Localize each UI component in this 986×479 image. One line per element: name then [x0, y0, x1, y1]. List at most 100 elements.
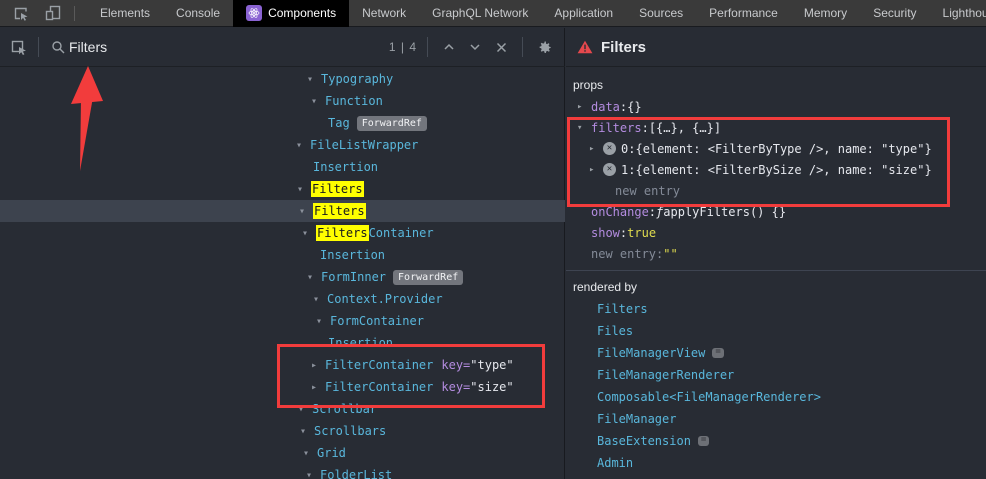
- rendered-by-item[interactable]: FileManagerRenderer: [566, 364, 986, 386]
- expand-down-icon[interactable]: ▾: [577, 123, 591, 133]
- component-name: FormInner: [321, 270, 386, 284]
- tree-row-grid[interactable]: ▾Grid: [0, 442, 565, 464]
- component-name: FormContainer: [330, 314, 424, 328]
- chevron-right-icon[interactable]: ▸: [311, 382, 325, 393]
- tree-row-formcontainer[interactable]: ▾FormContainer: [0, 310, 565, 332]
- tree-row-filtercontainer[interactable]: ▸FilterContainerkey="type": [0, 354, 565, 376]
- component-name: FiltersContainer: [316, 226, 434, 240]
- tree-row-folderlist[interactable]: ▾FolderList: [0, 464, 565, 479]
- prop-text: applyFilters() {}: [663, 205, 786, 219]
- chevron-right-icon[interactable]: ▸: [311, 360, 325, 371]
- prop-row[interactable]: ▸data: {}: [566, 96, 986, 117]
- expand-right-icon[interactable]: ▸: [589, 144, 603, 154]
- chevron-down-icon[interactable]: ▾: [313, 294, 327, 305]
- delete-entry-icon[interactable]: ✕: [603, 163, 616, 176]
- tab-network[interactable]: Network: [349, 0, 419, 27]
- owner-component-name: Filters: [597, 302, 648, 316]
- chevron-down-icon[interactable]: ▾: [307, 74, 321, 85]
- tree-row-filelistwrapper[interactable]: ▾FileListWrapper: [0, 134, 565, 156]
- tree-row-insertion[interactable]: Insertion: [0, 332, 565, 354]
- toolbar-divider: [427, 37, 428, 57]
- expand-right-icon[interactable]: ▸: [589, 165, 603, 175]
- search-result-count: 1 | 4: [389, 40, 417, 54]
- tree-row-tag[interactable]: TagForwardRef: [0, 112, 565, 134]
- prop-text: [{…}, {…}]: [649, 121, 721, 135]
- component-inspector-panel: Filters props ▸data: {}▾filters: [{…}, {…: [566, 28, 986, 479]
- tree-row-filters[interactable]: ▾Filters: [0, 200, 565, 222]
- tree-row-filtercontainer[interactable]: ▸FilterContainerkey="size": [0, 376, 565, 398]
- prop-row[interactable]: new entry: [566, 180, 986, 201]
- component-name: Filters: [311, 182, 364, 196]
- chevron-down-icon[interactable]: ▾: [300, 426, 314, 437]
- chevron-down-icon[interactable]: ▾: [303, 448, 317, 459]
- tree-row-scrollbar[interactable]: ▾Scrollbar: [0, 398, 565, 420]
- component-name: FilterContainer: [325, 358, 433, 372]
- tree-row-context.provider[interactable]: ▾Context.Provider: [0, 288, 565, 310]
- prop-row[interactable]: ▸✕1: {element: <FilterBySize />, name: "…: [566, 159, 986, 180]
- prop-row[interactable]: onChange: ƒ applyFilters() {}: [566, 201, 986, 222]
- rendered-by-item[interactable]: Admin: [566, 452, 986, 474]
- prop-text: filters: [591, 121, 642, 135]
- tab-components[interactable]: Components: [233, 0, 349, 27]
- tree-row-scrollbars[interactable]: ▾Scrollbars: [0, 420, 565, 442]
- tree-row-forminner[interactable]: ▾FormInnerForwardRef: [0, 266, 565, 288]
- tab-label: Console: [176, 6, 220, 20]
- chevron-down-icon[interactable]: ▾: [297, 184, 311, 195]
- devtools-window: Elements Console ComponentsNetwork GraphQL …: [0, 0, 986, 479]
- device-toolbar-icon[interactable]: [42, 2, 64, 24]
- settings-gear-icon[interactable]: [533, 36, 555, 58]
- tab-memory[interactable]: Memory: [791, 0, 860, 27]
- rendered-by-item[interactable]: FileManager: [566, 408, 986, 430]
- clear-search-button[interactable]: [490, 36, 512, 58]
- tree-row-filters[interactable]: ▾Filters: [0, 178, 565, 200]
- tab-sources[interactable]: Sources: [626, 0, 696, 27]
- prop-row[interactable]: ▸✕0: {element: <FilterByType />, name: "…: [566, 138, 986, 159]
- chevron-down-icon[interactable]: ▾: [306, 470, 320, 479]
- tab-label: GraphQL Network: [432, 6, 528, 20]
- chevron-down-icon[interactable]: ▾: [307, 272, 321, 283]
- props-section-label: props: [573, 78, 603, 92]
- tab-console[interactable]: Console: [163, 0, 233, 27]
- delete-entry-icon[interactable]: ✕: [603, 142, 616, 155]
- devtools-lead-icons: [0, 2, 87, 24]
- prop-text: ƒ: [656, 205, 663, 219]
- rendered-by-item[interactable]: Composable<FileManagerRenderer>: [566, 386, 986, 408]
- tree-row-filterscontainer[interactable]: ▾FiltersContainer: [0, 222, 565, 244]
- chevron-down-icon[interactable]: ▾: [302, 228, 316, 239]
- tab-elements[interactable]: Elements: [87, 0, 163, 27]
- expand-right-icon[interactable]: ▸: [577, 102, 591, 112]
- tab-application[interactable]: Application: [541, 0, 626, 27]
- tree-row-function[interactable]: ▾Function: [0, 90, 565, 112]
- rendered-by-item[interactable]: BaseExtension=: [566, 430, 986, 452]
- tab-lighthouse[interactable]: Lighthouse: [930, 0, 986, 27]
- previous-result-button[interactable]: [438, 36, 460, 58]
- warning-icon: [577, 40, 593, 54]
- prop-text: :: [656, 247, 663, 261]
- chevron-down-icon[interactable]: ▾: [298, 404, 312, 415]
- tab-graphql-network[interactable]: GraphQL Network: [419, 0, 541, 27]
- devtools-tab-bar: Elements Console ComponentsNetwork GraphQL …: [0, 0, 986, 27]
- search-input[interactable]: [69, 39, 299, 55]
- inspect-element-icon[interactable]: [10, 2, 32, 24]
- tab-performance[interactable]: Performance: [696, 0, 791, 27]
- key-attribute-name: key=: [441, 358, 470, 372]
- chevron-down-icon[interactable]: ▾: [316, 316, 330, 327]
- prop-row[interactable]: new entry: "": [566, 243, 986, 264]
- tree-row-insertion[interactable]: Insertion: [0, 156, 565, 178]
- select-element-icon[interactable]: [8, 36, 30, 58]
- tree-row-insertion[interactable]: Insertion: [0, 244, 565, 266]
- chevron-down-icon[interactable]: ▾: [299, 206, 313, 217]
- prop-row[interactable]: show: true: [566, 222, 986, 243]
- tree-row-typography[interactable]: ▾Typography: [0, 68, 565, 90]
- tab-security[interactable]: Security: [860, 0, 929, 27]
- next-result-button[interactable]: [464, 36, 486, 58]
- toolbar-divider: [522, 37, 523, 57]
- prop-row[interactable]: ▾filters: [{…}, {…}]: [566, 117, 986, 138]
- rendered-by-item[interactable]: Filters: [566, 298, 986, 320]
- rendered-by-item[interactable]: FileManagerView=: [566, 342, 986, 364]
- chevron-down-icon[interactable]: ▾: [296, 140, 310, 151]
- chevron-down-icon[interactable]: ▾: [311, 96, 325, 107]
- component-name: FolderList: [320, 468, 392, 479]
- component-tree: ▾Typography▾FunctionTagForwardRef▾FileLi…: [0, 68, 565, 479]
- rendered-by-item[interactable]: Files: [566, 320, 986, 342]
